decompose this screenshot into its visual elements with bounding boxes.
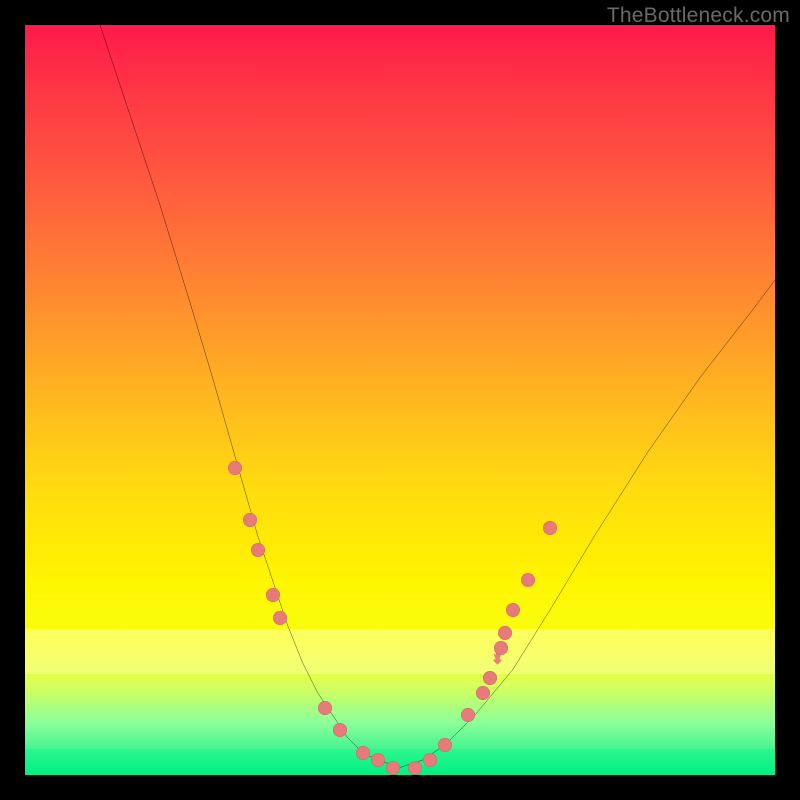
curve-marker [356, 746, 370, 760]
curve-marker [476, 686, 490, 700]
curve-marker [371, 753, 385, 767]
green-zone [25, 749, 775, 775]
curve-marker [506, 603, 520, 617]
chart-stage: TheBottleneck.com [0, 0, 800, 800]
curve-marker [251, 543, 265, 557]
curve-marker [228, 461, 242, 475]
soft-yellow-band [25, 629, 775, 674]
curve-marker [408, 761, 422, 775]
curve-marker [461, 708, 475, 722]
curve-marker [266, 588, 280, 602]
curve-marker [273, 611, 287, 625]
curve-marker [521, 573, 535, 587]
watermark-text: TheBottleneck.com [607, 4, 790, 28]
curve-marker [333, 723, 347, 737]
curve-marker [243, 513, 257, 527]
curve-marker [494, 641, 508, 655]
curve-marker [318, 701, 332, 715]
curve-marker [543, 521, 557, 535]
bottleneck-curve [25, 25, 775, 775]
plot-area [25, 25, 775, 775]
curve-marker [386, 761, 400, 775]
curve-marker [483, 671, 497, 685]
curve-marker [498, 626, 512, 640]
curve-marker [423, 753, 437, 767]
curve-marker [438, 738, 452, 752]
